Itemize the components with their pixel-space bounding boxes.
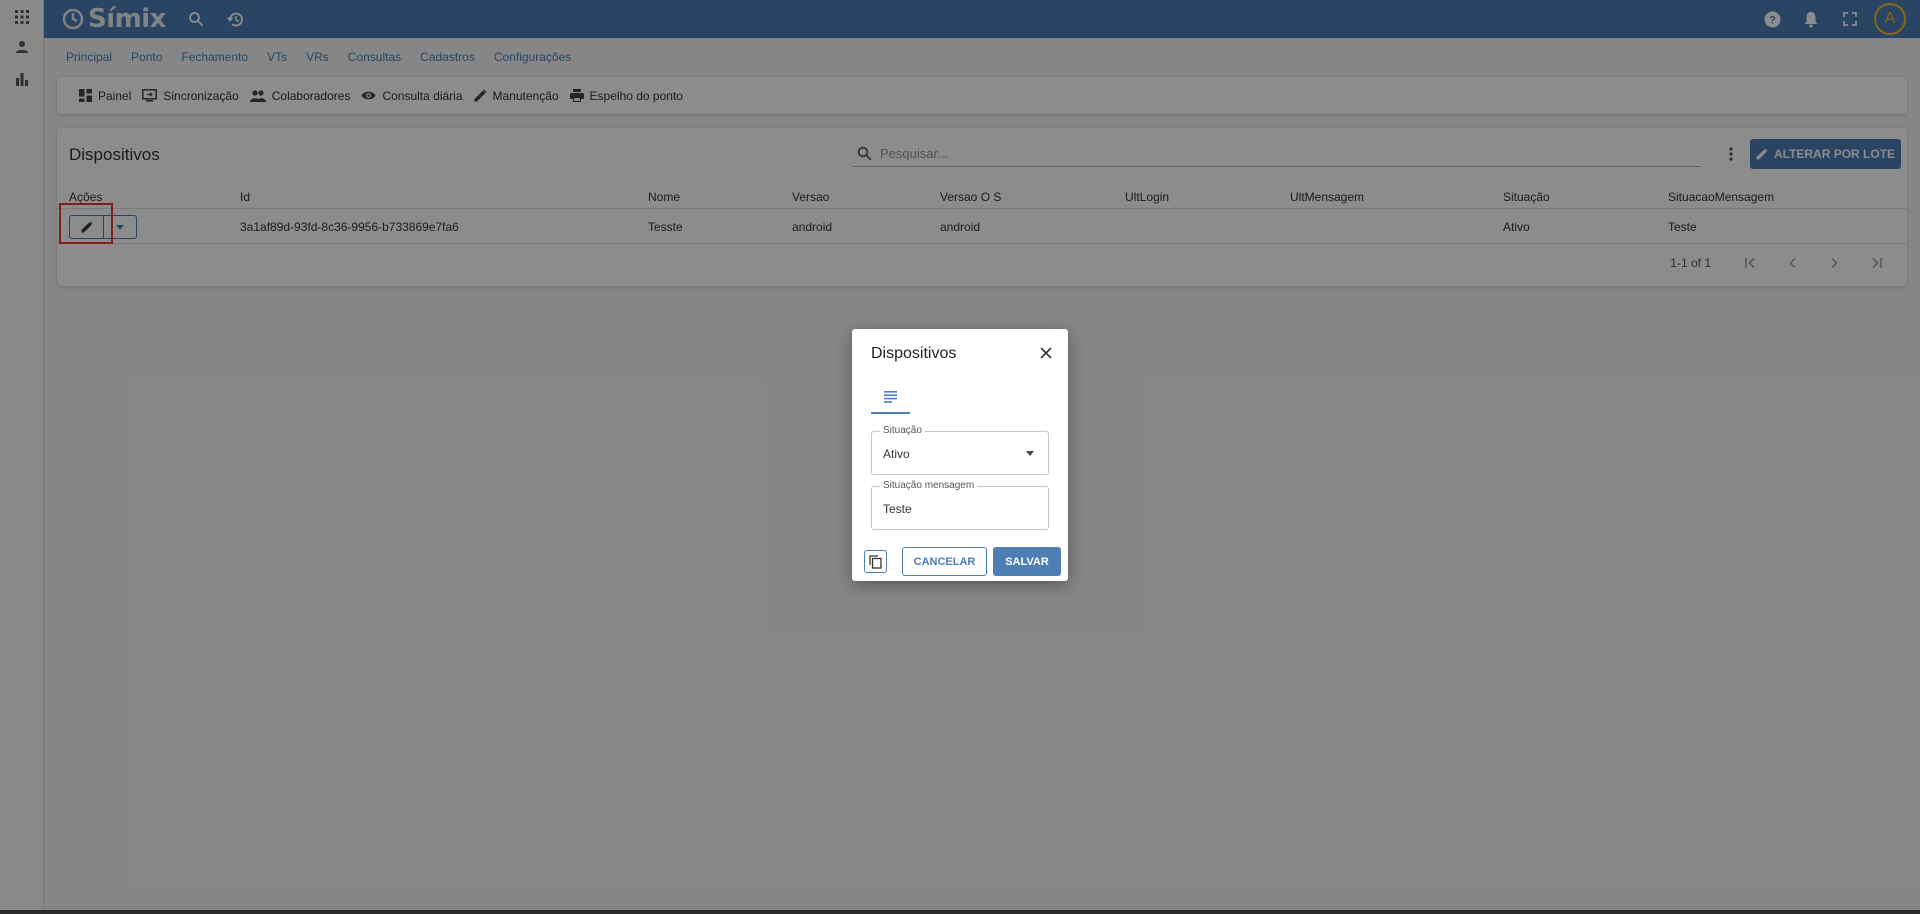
copy-icon (869, 554, 882, 569)
copy-button[interactable] (864, 550, 887, 573)
chevron-down-icon (1026, 451, 1034, 456)
tab-details[interactable] (871, 391, 910, 414)
dialog-title: Dispositivos (871, 345, 957, 362)
situacao-mensagem-label: Situação mensagem (880, 480, 978, 491)
notes-icon (884, 391, 897, 403)
cancel-button[interactable]: CANCELAR (902, 547, 987, 576)
situacao-mensagem-value: Teste (883, 502, 912, 516)
situacao-label: Situação (880, 425, 925, 436)
save-button[interactable]: SALVAR (993, 547, 1061, 576)
bottom-strip (0, 910, 1920, 914)
situacao-mensagem-field[interactable]: Situação mensagem Teste (871, 480, 1049, 530)
device-edit-dialog: Dispositivos Situação Ativo Situação men… (852, 329, 1068, 581)
close-icon[interactable] (1038, 345, 1054, 361)
situacao-select[interactable]: Situação Ativo (871, 425, 1049, 475)
situacao-value: Ativo (883, 447, 910, 461)
